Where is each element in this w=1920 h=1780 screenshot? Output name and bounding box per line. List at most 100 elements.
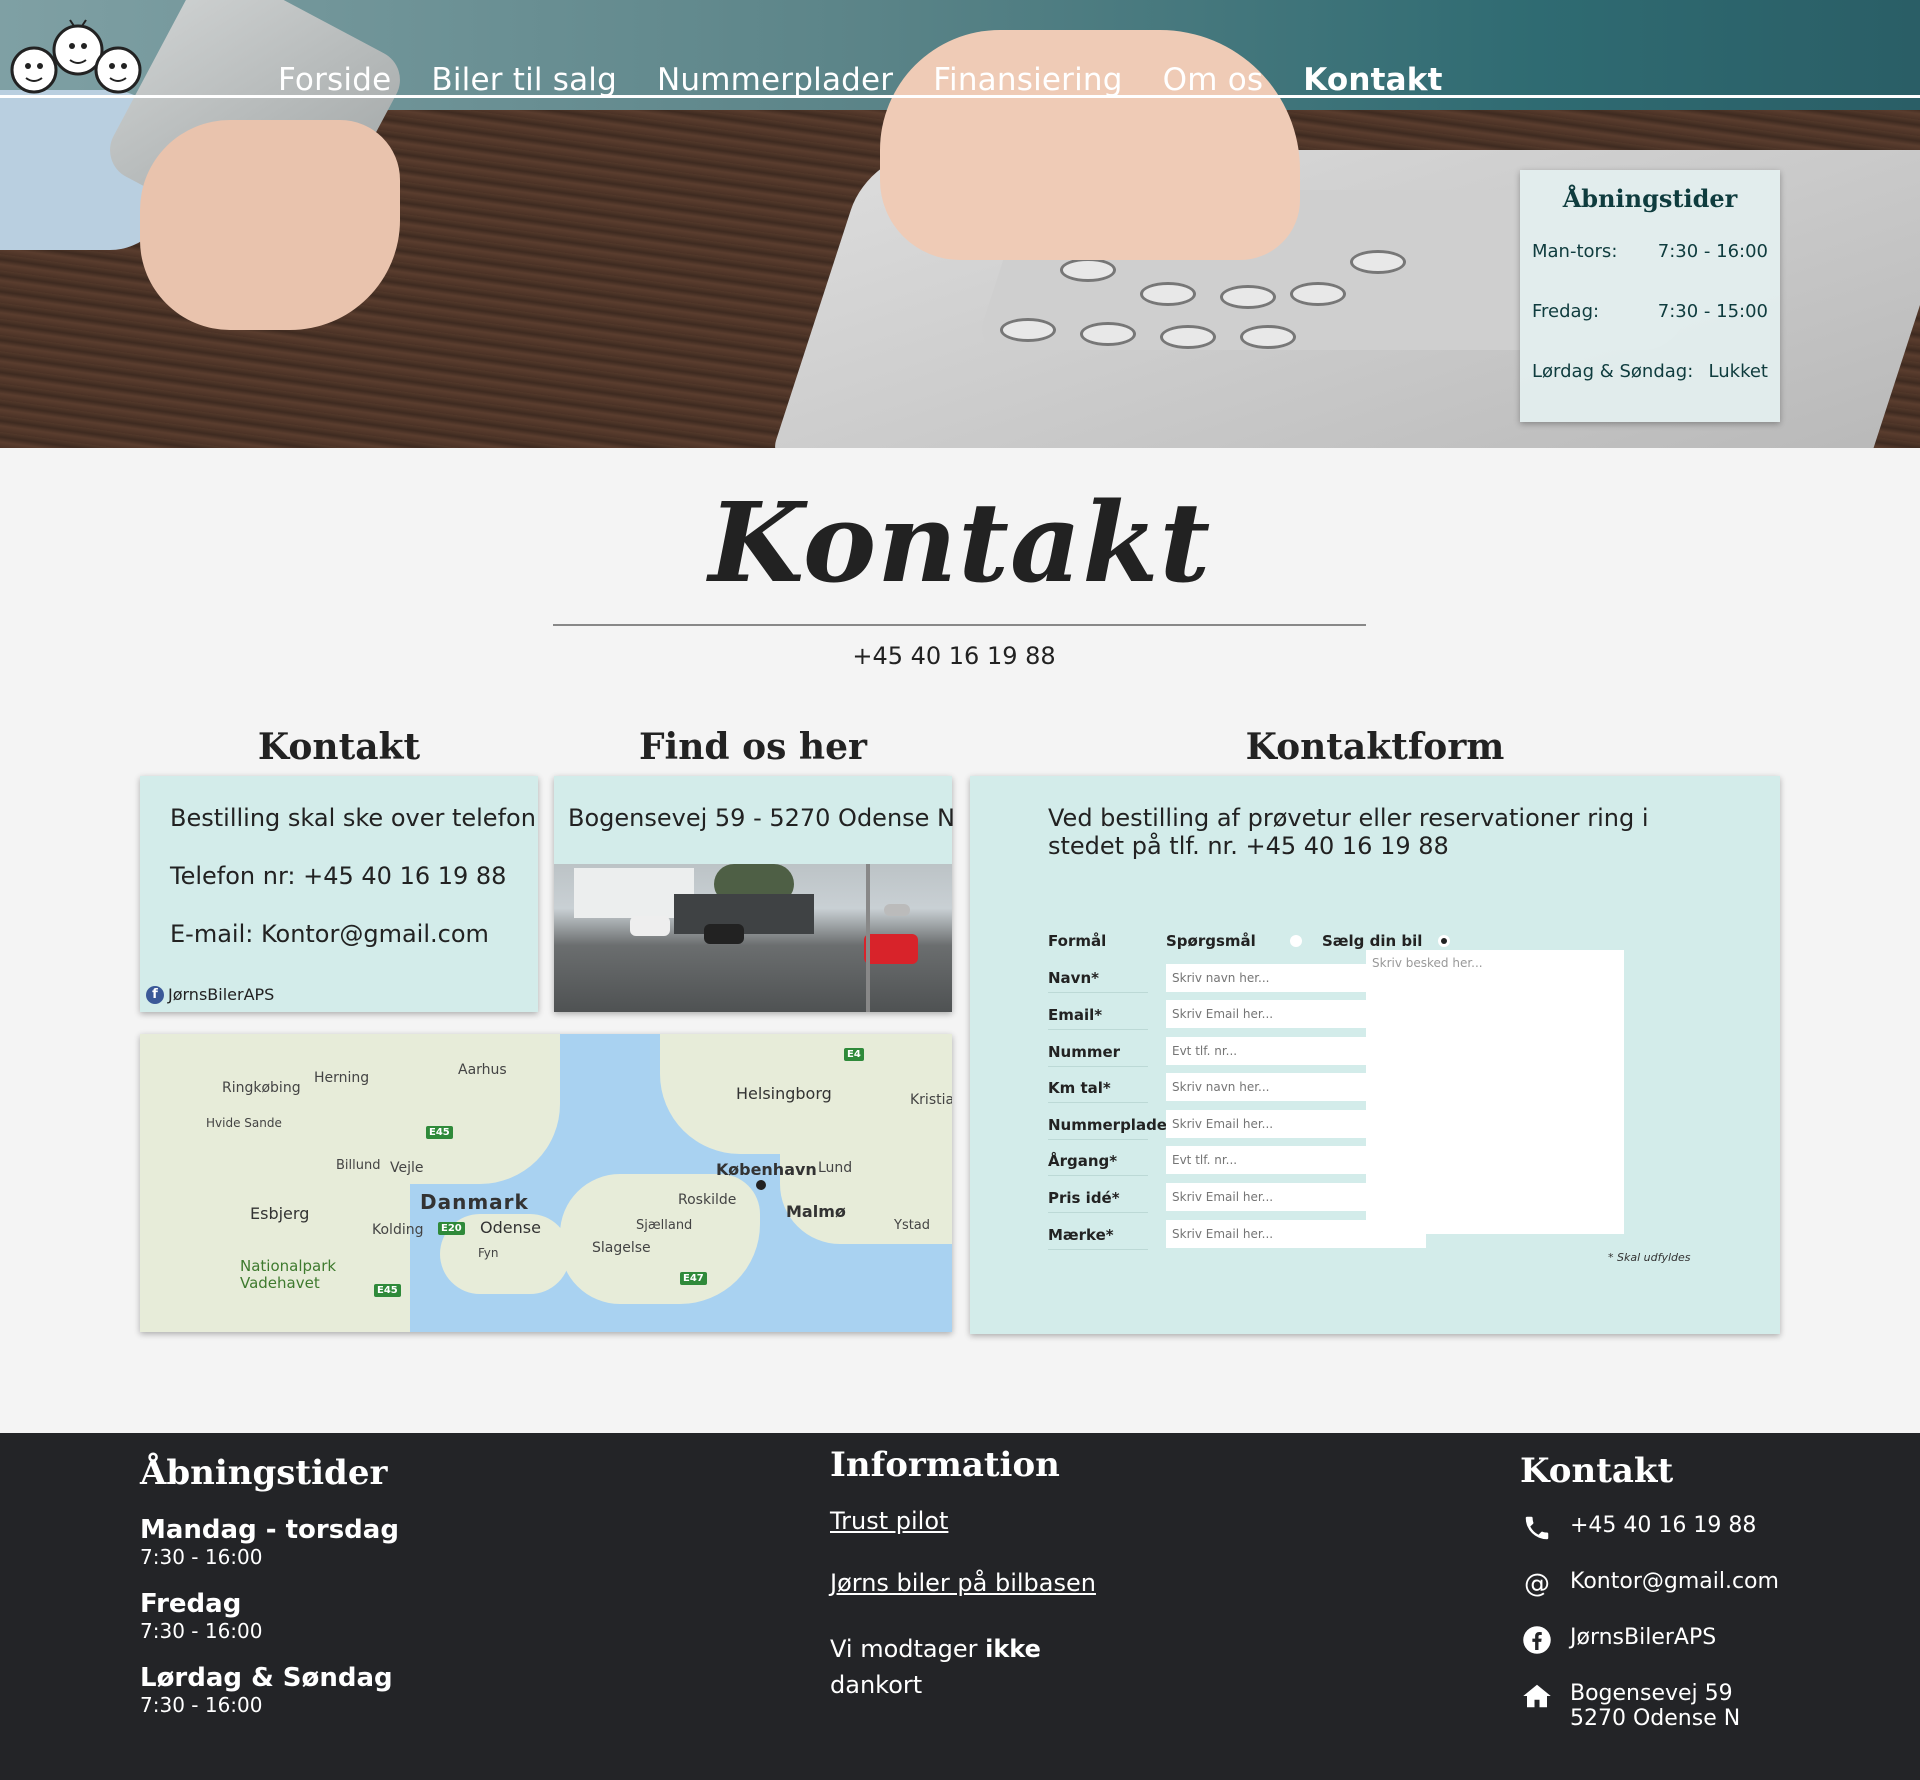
map-label: Esbjerg: [250, 1204, 310, 1223]
field-label-argang: Årgang*: [1048, 1152, 1148, 1176]
map-label: Roskilde: [678, 1192, 737, 1208]
map-label: Hvide Sande: [206, 1116, 282, 1130]
footer-day: Lørdag & Søndag: [140, 1663, 393, 1693]
map-label: Aarhus: [458, 1062, 507, 1078]
field-label-km: Km tal*: [1048, 1079, 1148, 1103]
trustpilot-link[interactable]: Trust pilot: [830, 1507, 1096, 1535]
title-divider: [553, 624, 1366, 626]
footer-contact-heading: Kontakt: [1520, 1451, 1674, 1491]
phone-key: [1060, 258, 1116, 282]
footer-email: Kontor@gmail.com: [1570, 1569, 1779, 1594]
required-note: * Skal udfyldes: [1608, 1251, 1691, 1264]
street-car: [864, 934, 918, 964]
phone-key: [1350, 250, 1406, 274]
facebook-icon: f: [146, 985, 164, 1004]
main-nav: Forside Biler til salg Nummerplader Fina…: [278, 62, 1483, 98]
facebook-label: JørnsBilerAPS: [168, 985, 275, 1004]
message-textarea[interactable]: Skriv besked her...: [1366, 950, 1624, 1234]
map-label: Danmark: [420, 1190, 529, 1214]
map-label: Kolding: [372, 1222, 424, 1238]
road-shield: E45: [374, 1284, 401, 1297]
form-intro: Ved bestilling af prøvetur eller reserva…: [1048, 804, 1649, 860]
kontakt-line-phone: Telefon nr: +45 40 16 19 88: [170, 862, 507, 890]
at-icon: @: [1524, 1569, 1550, 1599]
street-car: [630, 916, 670, 936]
form-heading: Kontaktform: [1245, 726, 1505, 768]
radio-sell-car[interactable]: [1438, 935, 1450, 947]
contact-form: Ved bestilling af prøvetur eller reserva…: [970, 776, 1780, 1334]
road-shield: E47: [680, 1272, 707, 1285]
facebook-icon: [1520, 1625, 1554, 1655]
find-card: Bogensevej 59 - 5270 Odense N: [554, 776, 955, 1012]
nav-om-os[interactable]: Om os: [1163, 62, 1264, 98]
phone-key: [1000, 318, 1056, 342]
field-label-nummer: Nummer: [1048, 1043, 1148, 1067]
radio-question-label: Spørgsmål: [1166, 932, 1256, 950]
road-shield: E4: [844, 1048, 864, 1061]
footer-hours: Åbningstider Mandag - torsdag 7:30 - 16:…: [140, 1453, 399, 1737]
dankort-bold: ikke: [985, 1635, 1041, 1663]
footer-address-line2: 5270 Odense N: [1570, 1706, 1741, 1731]
radio-sell-label: Sælg din bil: [1322, 932, 1423, 950]
footer-facebook: JørnsBilerAPS: [1570, 1625, 1717, 1650]
nav-forside[interactable]: Forside: [278, 62, 391, 98]
phone-key: [1140, 282, 1196, 306]
kontakt-line-order: Bestilling skal ske over telefon: [170, 804, 536, 832]
footer-contact: Kontakt +45 40 16 19 88 @ Kontor@gmail.c…: [1520, 1451, 1779, 1757]
footer-address: Bogensevej 59 5270 Odense N: [1570, 1681, 1740, 1731]
map[interactable]: Herning Aarhus Ringkøbing Hvide Sande He…: [140, 1034, 952, 1332]
map-label: Vejle: [390, 1160, 424, 1176]
nav-finansiering[interactable]: Finansiering: [933, 62, 1122, 98]
street-car: [704, 924, 744, 944]
footer-facebook-row[interactable]: JørnsBilerAPS: [1520, 1625, 1779, 1655]
page-phone: +45 40 16 19 88: [852, 642, 1056, 670]
street-view-image[interactable]: [554, 864, 952, 1012]
footer-hours-heading: Åbningstider: [140, 1453, 388, 1493]
field-label-nummerplade: Nummerplade*: [1048, 1116, 1175, 1140]
street-wall: [674, 894, 814, 934]
field-label-navn: Navn*: [1048, 969, 1148, 993]
phone-key: [1290, 282, 1346, 306]
field-label-email: Email*: [1048, 1006, 1148, 1030]
phone-icon: [1520, 1513, 1554, 1543]
hero-hours-row: Fredag: 7:30 - 15:00: [1532, 301, 1768, 322]
footer-address-row: Bogensevej 59 5270 Odense N: [1520, 1681, 1779, 1731]
footer-info: Information Trust pilot Jørns biler på b…: [830, 1445, 1096, 1703]
footer-email-row[interactable]: @ Kontor@gmail.com: [1520, 1569, 1779, 1599]
footer-time: 7:30 - 16:00: [140, 1619, 263, 1643]
kontakt-heading: Kontakt: [257, 726, 421, 768]
facebook-link[interactable]: f JørnsBilerAPS: [146, 985, 274, 1004]
footer: Åbningstider Mandag - torsdag 7:30 - 16:…: [0, 1433, 1920, 1780]
footer-day: Mandag - torsdag: [140, 1515, 399, 1545]
footer-phone-row[interactable]: +45 40 16 19 88: [1520, 1513, 1779, 1543]
map-label: Lund: [818, 1160, 853, 1176]
road-shield: E20: [438, 1222, 465, 1235]
map-label: København: [716, 1160, 817, 1179]
radio-question[interactable]: [1290, 935, 1302, 947]
bilbasen-link[interactable]: Jørns biler på bilbasen: [830, 1569, 1096, 1597]
hero-hand-left: [140, 120, 400, 330]
map-label: Fyn: [478, 1246, 499, 1260]
hero-hours-title: Åbningstider: [1562, 184, 1738, 213]
map-label: Malmø: [786, 1202, 846, 1221]
find-heading: Find os her: [639, 726, 867, 768]
map-city-dot: [756, 1180, 766, 1190]
phone-key: [1240, 325, 1296, 349]
logo[interactable]: [4, 18, 142, 98]
hours-time: Lukket: [1708, 361, 1768, 382]
hours-day: Fredag:: [1532, 301, 1600, 322]
nav-nummerplader[interactable]: Nummerplader: [657, 62, 893, 98]
footer-address-line1: Bogensevej 59: [1570, 1681, 1733, 1706]
footer-info-heading: Information: [830, 1445, 1060, 1485]
nav-biler-til-salg[interactable]: Biler til salg: [431, 62, 617, 98]
footer-day: Fredag: [140, 1589, 242, 1619]
kontakt-card: Bestilling skal ske over telefon Telefon…: [140, 776, 538, 1012]
page-title: Kontakt: [708, 478, 1212, 607]
dankort-post: dankort: [830, 1671, 923, 1699]
dankort-pre: Vi modtager: [830, 1635, 986, 1663]
street-pole: [866, 864, 870, 1012]
hours-time: 7:30 - 15:00: [1657, 301, 1768, 322]
map-label: Sjælland: [636, 1218, 693, 1233]
nav-kontakt[interactable]: Kontakt: [1303, 62, 1442, 98]
map-label: Odense: [480, 1218, 541, 1237]
